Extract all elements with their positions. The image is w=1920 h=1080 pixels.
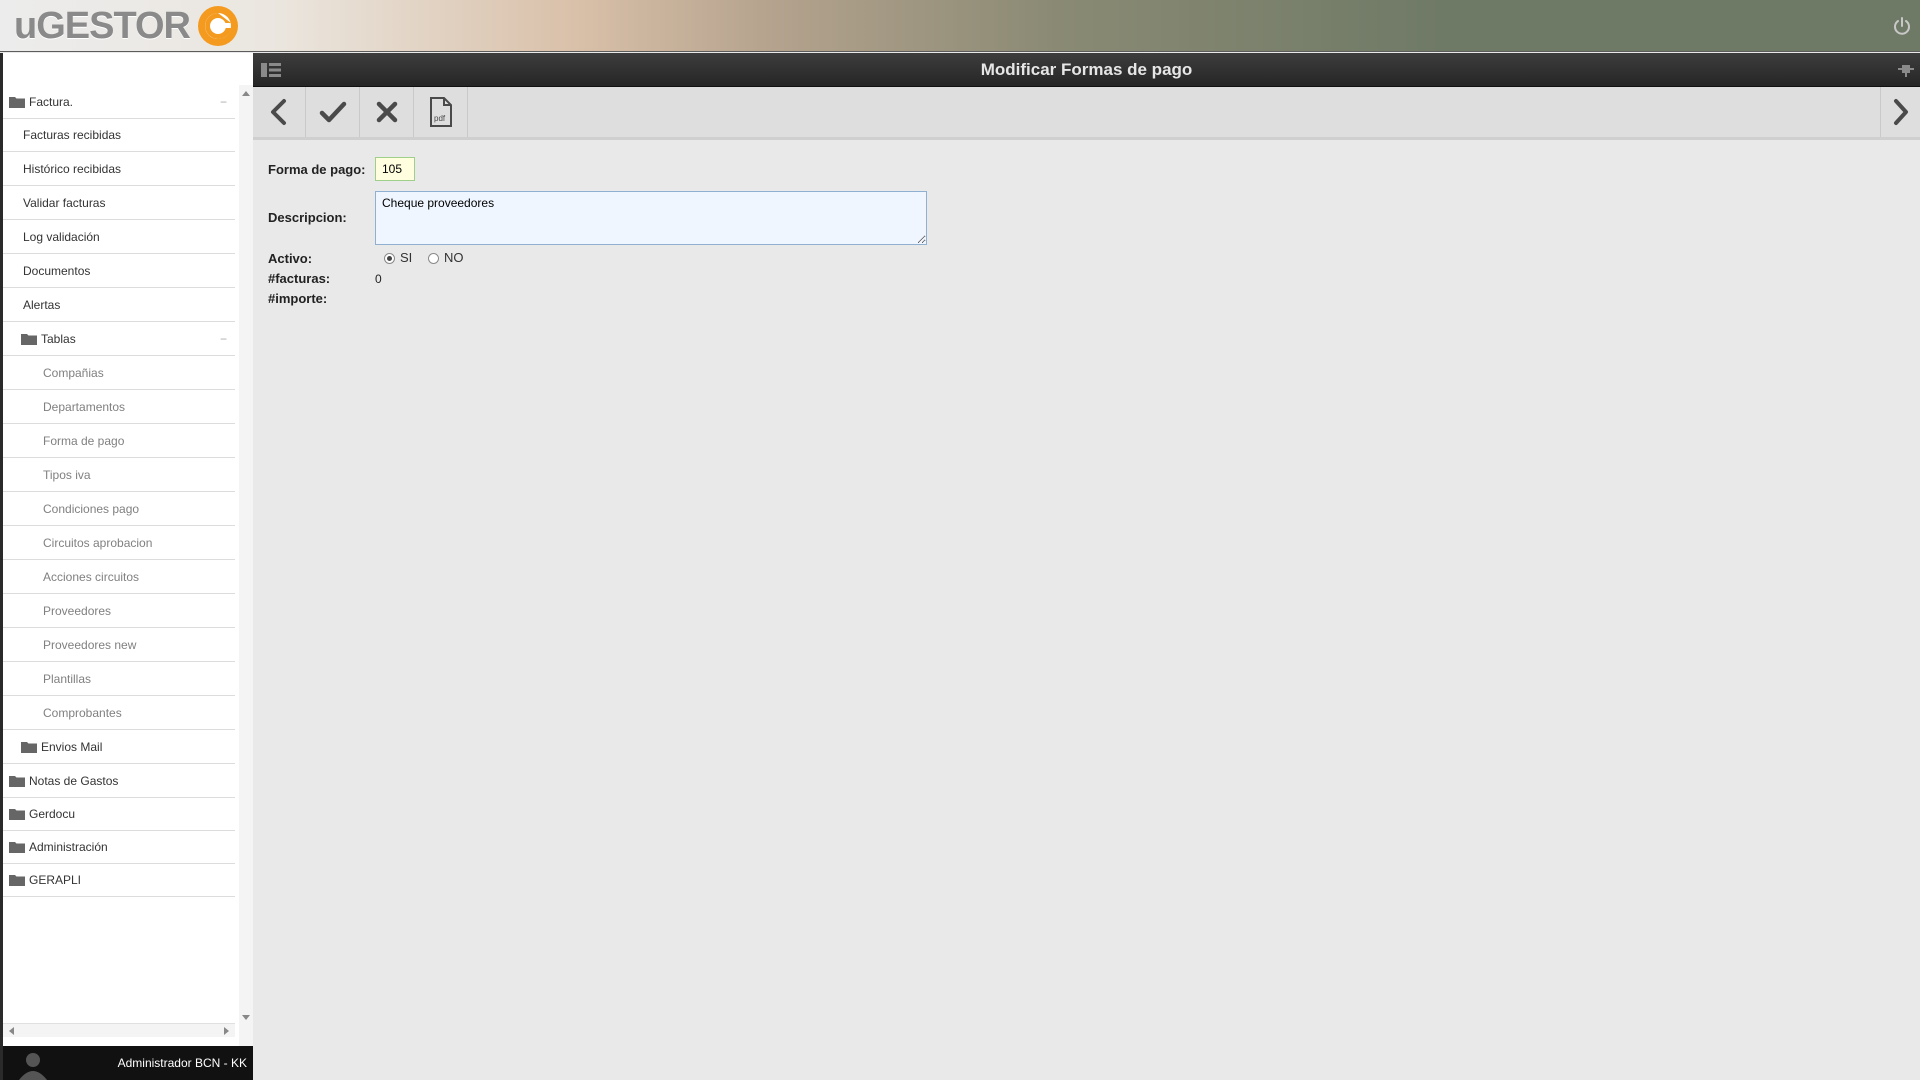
app-header: uGESTOR xyxy=(0,0,1920,52)
sidebar-group-administracion[interactable]: Administración xyxy=(3,830,235,864)
sidebar-item-acciones-circuitos[interactable]: Acciones circuitos xyxy=(3,560,235,594)
svg-text:pdf: pdf xyxy=(434,114,446,123)
sidebar-horizontal-scrollbar[interactable] xyxy=(3,1023,235,1037)
power-icon[interactable] xyxy=(1892,16,1912,36)
sidebar-item-departamentos[interactable]: Departamentos xyxy=(3,390,235,424)
save-button[interactable] xyxy=(307,87,360,137)
title-bar: Modificar Formas de pago xyxy=(253,53,1920,87)
facturas-label: #facturas: xyxy=(268,271,331,286)
folder-icon xyxy=(9,776,25,787)
sidebar-item-label: Alertas xyxy=(23,298,61,312)
sidebar-item-label: Departamentos xyxy=(43,400,126,414)
collapse-icon[interactable]: − xyxy=(220,85,227,119)
codigo-label: Forma de pago: xyxy=(268,162,366,177)
sidebar-item-label: Facturas recibidas xyxy=(23,128,122,142)
logo-text: uGESTOR xyxy=(14,5,191,47)
sidebar-group-tablas[interactable]: Tablas − xyxy=(3,322,235,356)
sidebar-item-plantillas[interactable]: Plantillas xyxy=(3,662,235,696)
sidebar-item-label: Histórico recibidas xyxy=(23,162,122,176)
folder-icon xyxy=(9,97,25,108)
scroll-left-icon[interactable] xyxy=(9,1027,14,1035)
sidebar-group-factura[interactable]: Factura. − xyxy=(3,85,235,119)
folder-icon xyxy=(21,334,37,345)
cancel-button[interactable] xyxy=(361,87,414,137)
radio-selected-icon xyxy=(384,253,395,264)
folder-icon xyxy=(9,809,25,820)
sidebar-group-gerdocu[interactable]: Gerdocu xyxy=(3,797,235,831)
user-bar: Administrador BCN - KK xyxy=(3,1046,253,1080)
sidebar-item-label: Plantillas xyxy=(43,672,92,686)
sidebar-item-label: GERAPLI xyxy=(29,873,82,887)
pdf-icon: pdf xyxy=(430,97,452,127)
scroll-up-icon[interactable] xyxy=(242,91,250,96)
sidebar-item-proveedores-new[interactable]: Proveedores new xyxy=(3,628,235,662)
sidebar-item-comprobantes[interactable]: Comprobantes xyxy=(3,696,235,730)
folder-icon xyxy=(9,842,25,853)
codigo-input[interactable] xyxy=(375,157,415,181)
chevron-left-icon xyxy=(271,99,286,125)
back-button[interactable] xyxy=(253,87,306,137)
sidebar-item-label: Proveedores new xyxy=(43,638,137,652)
sidebar-item-label: Proveedores xyxy=(43,604,112,618)
sidebar-vertical-scrollbar[interactable] xyxy=(239,85,253,1080)
facturas-value: 0 xyxy=(375,272,382,286)
sidebar-item-circuitos-aprobacion[interactable]: Circuitos aprobacion xyxy=(3,526,235,560)
scroll-down-icon[interactable] xyxy=(242,1015,250,1020)
sidebar-item-label: Compañias xyxy=(43,366,104,380)
logo-mark-icon xyxy=(198,6,238,46)
sidebar-group-notas-de-gastos[interactable]: Notas de Gastos xyxy=(3,764,235,798)
sidebar-item-label: Tablas xyxy=(41,332,76,346)
sidebar-item-label: Condiciones pago xyxy=(43,502,140,516)
logo: uGESTOR xyxy=(14,4,240,48)
next-button[interactable] xyxy=(1880,87,1920,137)
sidebar-item-validar-facturas[interactable]: Validar facturas xyxy=(3,186,235,220)
sidebar-item-label: Validar facturas xyxy=(23,196,106,210)
main-panel: Modificar Formas de pago pdf Forma de pa… xyxy=(253,53,1920,1080)
sidebar-item-label: Notas de Gastos xyxy=(29,774,119,788)
sidebar-group-gerapli[interactable]: GERAPLI xyxy=(3,863,235,897)
chevron-right-icon xyxy=(1893,99,1908,125)
pin-icon[interactable] xyxy=(1898,63,1914,77)
sidebar-item-tipos-iva[interactable]: Tipos iva xyxy=(3,458,235,492)
avatar xyxy=(19,1053,47,1080)
sidebar-nav: Factura. − Facturas recibidas Histórico rec… xyxy=(3,85,235,1080)
sidebar-item-proveedores[interactable]: Proveedores xyxy=(3,594,235,628)
sidebar-item-label: Gerdocu xyxy=(29,807,76,821)
sidebar-item-documentos[interactable]: Documentos xyxy=(3,254,235,288)
scroll-right-icon[interactable] xyxy=(224,1027,229,1035)
sidebar-item-label: Acciones circuitos xyxy=(43,570,140,584)
folder-icon xyxy=(21,742,37,753)
activo-label: Activo: xyxy=(268,251,313,266)
sidebar-item-label: Tipos iva xyxy=(43,468,91,482)
sidebar-item-facturas-recibidas[interactable]: Facturas recibidas xyxy=(3,118,235,152)
sidebar-item-log-validacion[interactable]: Log validación xyxy=(3,220,235,254)
sidebar-group-envios-mail[interactable]: Envios Mail xyxy=(3,730,235,764)
sidebar-item-label: Log validación xyxy=(23,230,100,244)
descripcion-field[interactable]: Cheque proveedores xyxy=(375,191,927,245)
sidebar-item-companias[interactable]: Compañias xyxy=(3,356,235,390)
close-icon xyxy=(376,101,398,123)
sidebar-item-alertas[interactable]: Alertas xyxy=(3,288,235,322)
descripcion-label: Descripcion: xyxy=(268,210,347,225)
user-name: Administrador BCN - KK xyxy=(117,1056,247,1070)
sidebar-item-condiciones-pago[interactable]: Condiciones pago xyxy=(3,492,235,526)
folder-icon xyxy=(9,875,25,886)
radio-unselected-icon xyxy=(428,253,439,264)
sidebar-item-label: Envios Mail xyxy=(41,740,103,754)
sidebar-item-label: Forma de pago xyxy=(43,434,125,448)
sidebar-item-label: Circuitos aprobacion xyxy=(43,536,153,550)
sidebar-item-label: Documentos xyxy=(23,264,91,278)
sidebar-item-label: Administración xyxy=(29,840,108,854)
sidebar-item-label: Factura. xyxy=(29,95,74,109)
sidebar-item-label: Comprobantes xyxy=(43,706,122,720)
sidebar-item-forma-de-pago[interactable]: Forma de pago xyxy=(3,424,235,458)
pdf-button[interactable]: pdf xyxy=(415,87,468,137)
collapse-icon[interactable]: − xyxy=(220,322,227,356)
sidebar: Factura. − Facturas recibidas Histórico rec… xyxy=(0,53,253,1080)
importe-label: #importe: xyxy=(268,291,328,306)
page-title: Modificar Formas de pago xyxy=(980,60,1193,79)
check-icon xyxy=(319,101,347,123)
sidebar-item-historico-recibidas[interactable]: Histórico recibidas xyxy=(3,152,235,186)
toolbar: pdf xyxy=(253,87,1920,140)
